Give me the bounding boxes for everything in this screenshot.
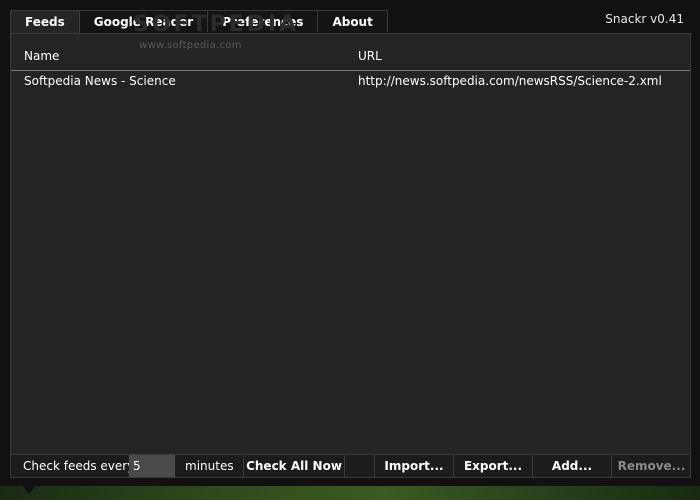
desktop-background [0, 486, 700, 500]
tab-about[interactable]: About [317, 10, 388, 32]
check-interval-input[interactable] [129, 455, 175, 477]
feed-url: http://news.softpedia.com/newsRSS/Scienc… [358, 74, 662, 88]
import-button[interactable]: Import... [375, 455, 453, 477]
table-row[interactable]: Softpedia News - Science http://news.sof… [11, 71, 690, 93]
toolbar-divider [344, 455, 345, 477]
add-button[interactable]: Add... [533, 455, 611, 477]
feed-name: Softpedia News - Science [24, 74, 176, 88]
snackr-window: Feeds Google Reader Preferences About Sn… [0, 0, 700, 500]
app-title: Snackr v0.41 [605, 12, 684, 26]
table-header: Name URL [11, 44, 690, 71]
check-interval-label: Check feeds every [23, 459, 135, 473]
window-pointer [21, 484, 37, 494]
feeds-panel: SOFTPEDIA www.softpedia.com Name URL Sof… [10, 12, 691, 478]
tab-feeds[interactable]: Feeds [10, 10, 80, 34]
feed-list[interactable]: Softpedia News - Science http://news.sof… [11, 71, 690, 93]
watermark-logo: SOFTPEDIA [133, 12, 300, 37]
minutes-label: minutes [185, 459, 234, 473]
check-all-now-button[interactable]: Check All Now [244, 455, 344, 477]
export-button[interactable]: Export... [454, 455, 532, 477]
column-header-url[interactable]: URL [358, 49, 382, 63]
remove-button: Remove... [617, 459, 686, 473]
bottom-toolbar: Check feeds every minutes Check All Now … [11, 454, 690, 477]
column-header-name[interactable]: Name [24, 49, 59, 63]
